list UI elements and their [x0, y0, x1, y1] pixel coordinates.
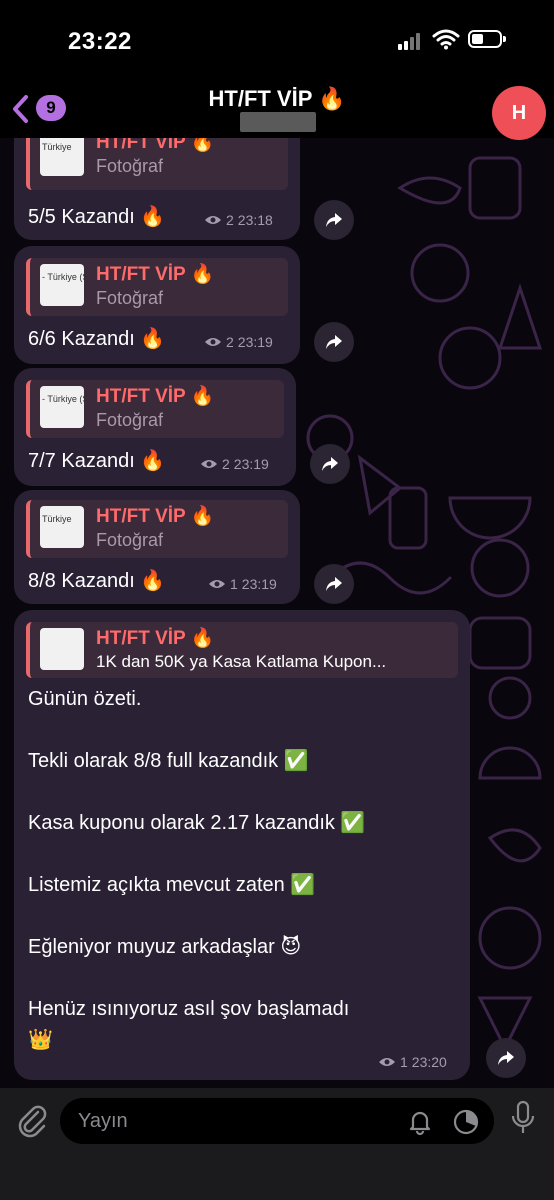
message-bubble[interactable]: - Türkiye (S HT/FT VİP 🔥 Fotoğraf 6/6 Ka… — [14, 246, 300, 364]
channel-avatar[interactable]: H — [492, 86, 546, 140]
quote-title: HT/FT VİP 🔥 — [96, 264, 215, 285]
quote-thumbnail: Türkiye — [40, 138, 84, 176]
quote-subtitle: Fotoğraf — [96, 288, 164, 308]
quote-subtitle: Fotoğraf — [96, 530, 164, 550]
message-text: Günün özeti. Tekli olarak 8/8 full kazan… — [28, 688, 366, 1051]
message-time: 23:19 — [241, 576, 277, 592]
message-bubble[interactable]: Türkiye HT/FT VİP 🔥 Fotoğraf 5/5 Kazandı… — [14, 138, 300, 240]
message-meta: 1 23:19 — [208, 576, 277, 592]
status-bar: 23:22 — [0, 0, 554, 80]
message-meta: 2 23:19 — [204, 334, 273, 350]
message-time: 23:19 — [237, 334, 273, 350]
quote-subtitle: Fotoğraf — [96, 410, 164, 430]
eye-icon — [209, 580, 225, 588]
quote-thumbnail: - Türkiye (S — [40, 386, 84, 428]
timer-icon[interactable] — [452, 1108, 480, 1136]
share-button[interactable] — [314, 200, 354, 240]
quote-subtitle: 1K dan 50K ya Kasa Katlama Kupon... — [96, 652, 387, 671]
view-count: 2 — [222, 456, 230, 472]
view-count: 1 — [230, 576, 238, 592]
message-meta: 2 23:19 — [200, 456, 269, 472]
message-text: 5/5 Kazandı 🔥 — [28, 206, 166, 228]
cellular-signal-icon — [398, 32, 424, 50]
message-time: 23:18 — [237, 212, 273, 228]
battery-icon — [468, 30, 506, 48]
share-button[interactable] — [314, 322, 354, 362]
reply-quote[interactable]: HT/FT VİP 🔥 1K dan 50K ya Kasa Katlama K… — [26, 622, 458, 678]
message-bubble[interactable]: Türkiye HT/FT VİP 🔥 Fotoğraf 8/8 Kazandı… — [14, 490, 300, 604]
view-count: 1 — [400, 1054, 408, 1070]
eye-icon — [205, 338, 221, 346]
redacted-subtitle — [240, 112, 316, 132]
quote-title: HT/FT VİP 🔥 — [96, 506, 215, 527]
message-text: 8/8 Kazandı 🔥 — [28, 570, 166, 592]
channel-title[interactable]: HT/FT VİP 🔥 — [0, 86, 554, 112]
broadcast-input[interactable]: Yayın — [60, 1098, 494, 1144]
view-count: 2 — [226, 212, 234, 228]
message-time: 23:20 — [411, 1054, 447, 1070]
message-text: 6/6 Kazandı 🔥 — [28, 328, 166, 350]
share-button[interactable] — [486, 1038, 526, 1078]
message-bubble[interactable]: - Türkiye (S HT/FT VİP 🔥 Fotoğraf 7/7 Ka… — [14, 368, 296, 486]
quote-thumbnail: Türkiye — [40, 506, 84, 548]
message-meta: 1 23:20 — [378, 1054, 447, 1070]
message-text: 7/7 Kazandı 🔥 — [28, 450, 166, 472]
wifi-icon — [432, 29, 460, 50]
message-list[interactable]: Türkiye HT/FT VİP 🔥 Fotoğraf 5/5 Kazandı… — [0, 138, 554, 1088]
reply-quote[interactable]: - Türkiye (S HT/FT VİP 🔥 Fotoğraf — [26, 380, 284, 438]
bell-icon[interactable] — [406, 1108, 434, 1136]
quote-thumbnail: - Türkiye (S — [40, 264, 84, 306]
quote-thumbnail — [40, 628, 84, 670]
input-placeholder: Yayın — [78, 1110, 128, 1132]
quote-title: HT/FT VİP 🔥 — [96, 138, 215, 153]
quote-subtitle: Fotoğraf — [96, 156, 164, 176]
quote-title: HT/FT VİP 🔥 — [96, 628, 215, 649]
message-bubble[interactable]: HT/FT VİP 🔥 1K dan 50K ya Kasa Katlama K… — [14, 610, 470, 1080]
status-time: 23:22 — [68, 28, 132, 55]
share-button[interactable] — [314, 564, 354, 604]
reply-quote[interactable]: Türkiye HT/FT VİP 🔥 Fotoğraf — [26, 500, 288, 558]
reply-quote[interactable]: - Türkiye (S HT/FT VİP 🔥 Fotoğraf — [26, 258, 288, 316]
message-meta: 2 23:18 — [204, 212, 273, 228]
reply-quote[interactable]: Türkiye HT/FT VİP 🔥 Fotoğraf — [26, 138, 288, 190]
eye-icon — [205, 216, 221, 224]
paperclip-icon[interactable] — [14, 1102, 50, 1138]
share-arrow-icon — [326, 335, 342, 349]
chat-header: 9 HT/FT VİP 🔥 H — [0, 80, 554, 140]
quote-title: HT/FT VİP 🔥 — [96, 386, 215, 407]
eye-icon — [379, 1058, 395, 1066]
share-arrow-icon — [498, 1051, 514, 1065]
microphone-icon[interactable] — [508, 1100, 538, 1136]
message-time: 23:19 — [233, 456, 269, 472]
share-arrow-icon — [326, 213, 342, 227]
view-count: 2 — [226, 334, 234, 350]
share-arrow-icon — [322, 457, 338, 471]
share-arrow-icon — [326, 577, 342, 591]
share-button[interactable] — [310, 444, 350, 484]
eye-icon — [201, 460, 217, 468]
message-composer: Yayın — [0, 1088, 554, 1200]
